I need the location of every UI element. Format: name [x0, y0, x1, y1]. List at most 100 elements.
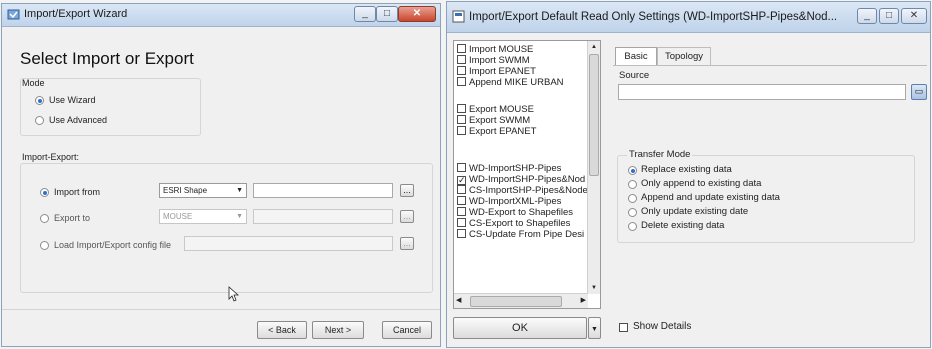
- only-update-radio[interactable]: [628, 208, 637, 217]
- list-item[interactable]: WD-ImportSHP-Pipes: [457, 163, 585, 174]
- replace-existing-radio[interactable]: [628, 166, 637, 175]
- config-file-input[interactable]: [184, 236, 393, 251]
- use-wizard-radio[interactable]: [35, 96, 44, 105]
- mouse-cursor-icon: [228, 286, 239, 302]
- chevron-down-icon: ▼: [591, 326, 598, 333]
- checkbox[interactable]: [457, 77, 466, 86]
- source-browse-button[interactable]: ▭: [911, 84, 927, 100]
- list-item[interactable]: Append MIKE URBAN: [457, 77, 585, 88]
- checkbox[interactable]: [457, 207, 466, 216]
- list-item[interactable]: Export SWMM: [457, 115, 585, 126]
- tab-basic[interactable]: Basic: [615, 47, 657, 66]
- transfer-mode-label: Transfer Mode: [627, 149, 693, 160]
- list-item[interactable]: Import EPANET: [457, 66, 585, 77]
- horizontal-scrollbar[interactable]: ◀ ▶: [454, 293, 588, 308]
- tab-topology[interactable]: Topology: [657, 47, 711, 65]
- minimize-button[interactable]: _: [857, 8, 877, 24]
- checkbox[interactable]: [457, 66, 466, 75]
- scroll-down-icon[interactable]: ▼: [588, 282, 600, 294]
- back-button[interactable]: < Back: [257, 321, 307, 339]
- close-button[interactable]: ✕: [901, 8, 927, 24]
- minimize-button[interactable]: _: [354, 6, 376, 22]
- delete-existing-label[interactable]: Delete existing data: [641, 220, 724, 231]
- scroll-thumb[interactable]: [470, 296, 562, 307]
- maximize-button[interactable]: □: [376, 6, 398, 22]
- list-item[interactable]: WD-ImportXML-Pipes: [457, 196, 585, 207]
- vertical-scrollbar[interactable]: ▲ ▼: [587, 41, 600, 294]
- scroll-right-icon[interactable]: ▶: [581, 296, 586, 304]
- load-config-label[interactable]: Load Import/Export config file: [54, 240, 171, 250]
- checkbox[interactable]: [457, 196, 466, 205]
- load-config-radio[interactable]: [40, 241, 49, 250]
- list-item[interactable]: Export EPANET: [457, 126, 585, 137]
- wizard-titlebar[interactable]: Import/Export Wizard _ □ ✕: [2, 4, 440, 27]
- source-input[interactable]: [618, 84, 906, 100]
- close-button[interactable]: ✕: [398, 6, 436, 22]
- import-export-label: Import-Export:: [22, 152, 80, 162]
- wizard-title: Import/Export Wizard: [24, 8, 128, 20]
- list-item[interactable]: Import MOUSE: [457, 44, 585, 55]
- checkbox[interactable]: [457, 218, 466, 227]
- settings-titlebar[interactable]: Import/Export Default Read Only Settings…: [447, 2, 930, 33]
- list-item[interactable]: WD-Export to Shapefiles: [457, 207, 585, 218]
- config-list[interactable]: Import MOUSE Import SWMM Import EPANET A…: [453, 40, 601, 309]
- list-item[interactable]: Import SWMM: [457, 55, 585, 66]
- append-update-radio[interactable]: [628, 194, 637, 203]
- checkbox[interactable]: [457, 163, 466, 172]
- append-update-label[interactable]: Append and update existing data: [641, 192, 780, 203]
- only-append-label[interactable]: Only append to existing data: [641, 178, 761, 189]
- export-to-path-input[interactable]: [253, 209, 393, 224]
- scroll-left-icon[interactable]: ◀: [456, 296, 461, 304]
- scroll-up-icon[interactable]: ▲: [588, 41, 600, 53]
- wizard-footer-divider: [2, 309, 440, 310]
- checkbox[interactable]: [457, 229, 466, 238]
- only-append-radio[interactable]: [628, 180, 637, 189]
- wizard-heading: Select Import or Export: [20, 49, 194, 68]
- delete-existing-radio[interactable]: [628, 222, 637, 231]
- checkbox[interactable]: [457, 185, 466, 194]
- list-item[interactable]: CS-Export to Shapefiles: [457, 218, 585, 229]
- checkbox[interactable]: [457, 115, 466, 124]
- import-browse-button[interactable]: ...: [400, 184, 414, 197]
- folder-icon: ▭: [914, 86, 924, 96]
- import-from-type-select[interactable]: ESRI Shape ▼: [159, 183, 247, 198]
- checkbox[interactable]: [457, 44, 466, 53]
- only-update-label[interactable]: Only update existing date: [641, 206, 748, 217]
- checkbox[interactable]: [457, 55, 466, 64]
- replace-existing-label[interactable]: Replace existing data: [641, 164, 732, 175]
- export-to-label[interactable]: Export to: [54, 213, 90, 223]
- scroll-thumb[interactable]: [589, 54, 599, 176]
- export-to-radio[interactable]: [40, 214, 49, 223]
- use-advanced-label[interactable]: Use Advanced: [49, 115, 107, 125]
- cancel-button[interactable]: Cancel: [382, 321, 432, 339]
- chevron-down-icon: ▼: [236, 213, 243, 220]
- import-from-radio[interactable]: [40, 188, 49, 197]
- import-from-label[interactable]: Import from: [54, 187, 100, 197]
- use-wizard-label[interactable]: Use Wizard: [49, 95, 96, 105]
- show-details-checkbox[interactable]: [619, 323, 628, 332]
- checkbox[interactable]: ✓: [457, 176, 466, 185]
- config-list-items: Import MOUSE Import SWMM Import EPANET A…: [457, 44, 588, 240]
- list-item[interactable]: CS-Update From Pipe Desi: [457, 229, 585, 240]
- export-to-type-select[interactable]: MOUSE ▼: [159, 209, 247, 224]
- import-from-path-input[interactable]: [253, 183, 393, 198]
- import-export-wizard-window: Import/Export Wizard _ □ ✕ Select Import…: [1, 3, 441, 347]
- settings-title: Import/Export Default Read Only Settings…: [469, 11, 838, 23]
- list-item[interactable]: CS-ImportSHP-Pipes&Node: [457, 185, 588, 196]
- show-details-label[interactable]: Show Details: [633, 321, 691, 332]
- checkbox[interactable]: [457, 126, 466, 135]
- ok-button[interactable]: OK: [453, 317, 587, 339]
- next-button[interactable]: Next >: [312, 321, 364, 339]
- maximize-button[interactable]: □: [879, 8, 899, 24]
- list-item[interactable]: Export MOUSE: [457, 104, 585, 115]
- settings-app-icon: [452, 10, 465, 23]
- checkbox[interactable]: [457, 104, 466, 113]
- ok-dropdown-button[interactable]: ▼: [588, 317, 601, 339]
- settings-window: Import/Export Default Read Only Settings…: [446, 1, 931, 348]
- export-browse-button[interactable]: ...: [400, 210, 414, 223]
- list-item[interactable]: ✓ WD-ImportSHP-Pipes&Nod: [457, 174, 585, 185]
- source-label: Source: [619, 70, 650, 81]
- use-advanced-radio[interactable]: [35, 116, 44, 125]
- mode-group: [20, 78, 201, 136]
- config-browse-button[interactable]: ...: [400, 237, 414, 250]
